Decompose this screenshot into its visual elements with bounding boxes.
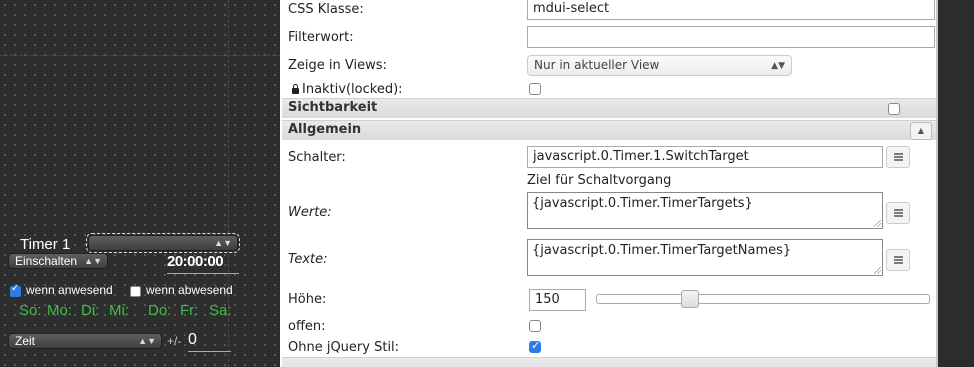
inactive-locked-label: Inaktiv(locked): xyxy=(292,82,403,97)
open-checkbox[interactable] xyxy=(529,320,541,332)
texts-textarea[interactable]: {javascript.0.Timer.TimerTargetNames} xyxy=(527,239,883,276)
inactive-locked-text: Inaktiv(locked): xyxy=(302,82,403,97)
day-toggle-tuesday[interactable]: Di: xyxy=(81,302,99,319)
offset-label: +/- xyxy=(167,334,182,348)
show-in-views-value: Nur in aktueller View xyxy=(534,58,660,72)
day-toggle-monday[interactable]: Mo: xyxy=(47,302,72,319)
offset-value[interactable]: 0 xyxy=(188,331,197,349)
height-input[interactable]: 150 xyxy=(529,289,586,311)
absent-checkbox[interactable] xyxy=(130,286,141,297)
visibility-checkbox[interactable] xyxy=(888,103,900,115)
no-jquery-style-checkbox[interactable] xyxy=(529,339,541,353)
select-arrows-icon: ▲▼ xyxy=(771,61,785,71)
height-label: Höhe: xyxy=(288,292,327,307)
section-general[interactable]: Allgemein ▲ xyxy=(282,120,936,140)
section-visibility[interactable]: Sichtbarkeit xyxy=(282,98,936,118)
filter-word-label: Filterwort: xyxy=(288,30,354,45)
collapse-icon[interactable]: ▲ xyxy=(910,122,932,140)
absent-label: wenn abwesend xyxy=(146,283,233,297)
height-slider-track[interactable] xyxy=(596,294,930,304)
day-toggle-saturday[interactable]: Sa: xyxy=(209,302,232,319)
time-mode-value: Zeit xyxy=(15,334,36,348)
action-select-value: Einschalten xyxy=(15,254,78,268)
show-in-views-select[interactable]: Nur in aktueller View ▲▼ xyxy=(527,55,792,76)
no-jquery-style-label: Ohne jQuery Stil: xyxy=(288,340,400,355)
object-picker-icon[interactable] xyxy=(886,249,910,271)
property-panel: CSS Klasse: mdui-select Filterwort: Zeig… xyxy=(280,0,938,367)
day-toggle-thursday[interactable]: Do: xyxy=(148,302,171,319)
filter-word-input[interactable] xyxy=(527,26,935,48)
section-visibility-title: Sichtbarkeit xyxy=(288,100,378,115)
height-slider-handle[interactable] xyxy=(681,290,700,308)
editor-canvas[interactable]: Timer 1 ▲▼ Einschalten ▲▼ 20:00:00 wenn … xyxy=(0,0,280,367)
time-underline xyxy=(167,273,239,274)
object-picker-icon[interactable] xyxy=(886,146,910,168)
switch-input[interactable]: javascript.0.Timer.1.SwitchTarget xyxy=(527,146,883,168)
section-general-title: Allgemein xyxy=(288,122,362,137)
switch-label: Schalter: xyxy=(288,150,346,165)
object-picker-icon[interactable] xyxy=(886,202,910,224)
select-arrows-icon: ▲▼ xyxy=(138,336,156,346)
present-checkbox[interactable] xyxy=(10,283,21,297)
section-next[interactable] xyxy=(282,357,936,367)
values-label: Werte: xyxy=(288,205,332,220)
day-toggle-wednesday[interactable]: Mi: xyxy=(109,302,129,319)
switch-hint: Ziel für Schaltvorgang xyxy=(527,173,672,188)
right-gutter xyxy=(938,0,974,367)
timer-title: Timer 1 xyxy=(20,236,71,253)
inactive-locked-checkbox[interactable] xyxy=(529,83,541,95)
time-display[interactable]: 20:00:00 xyxy=(167,253,224,270)
open-label: offen: xyxy=(288,319,326,334)
offset-underline xyxy=(188,351,231,352)
show-in-views-label: Zeige in Views: xyxy=(288,58,387,73)
select-arrows-icon: ▲▼ xyxy=(84,256,102,266)
texts-label: Texte: xyxy=(288,252,328,267)
grid-guide-horizontal xyxy=(0,55,280,56)
present-label: wenn anwesend xyxy=(26,283,113,297)
day-toggle-sunday[interactable]: So: xyxy=(19,302,42,319)
action-select[interactable]: Einschalten ▲▼ xyxy=(8,253,108,269)
css-class-label: CSS Klasse: xyxy=(288,2,364,17)
timer-select-widget[interactable]: ▲▼ xyxy=(86,233,240,253)
lock-icon xyxy=(292,84,299,94)
css-class-input[interactable]: mdui-select xyxy=(527,0,935,20)
time-mode-select[interactable]: Zeit ▲▼ xyxy=(8,333,162,349)
values-textarea[interactable]: {javascript.0.Timer.TimerTargets} xyxy=(527,192,883,229)
select-arrows-icon: ▲▼ xyxy=(214,238,232,248)
day-toggle-friday[interactable]: Fr: xyxy=(180,302,198,319)
